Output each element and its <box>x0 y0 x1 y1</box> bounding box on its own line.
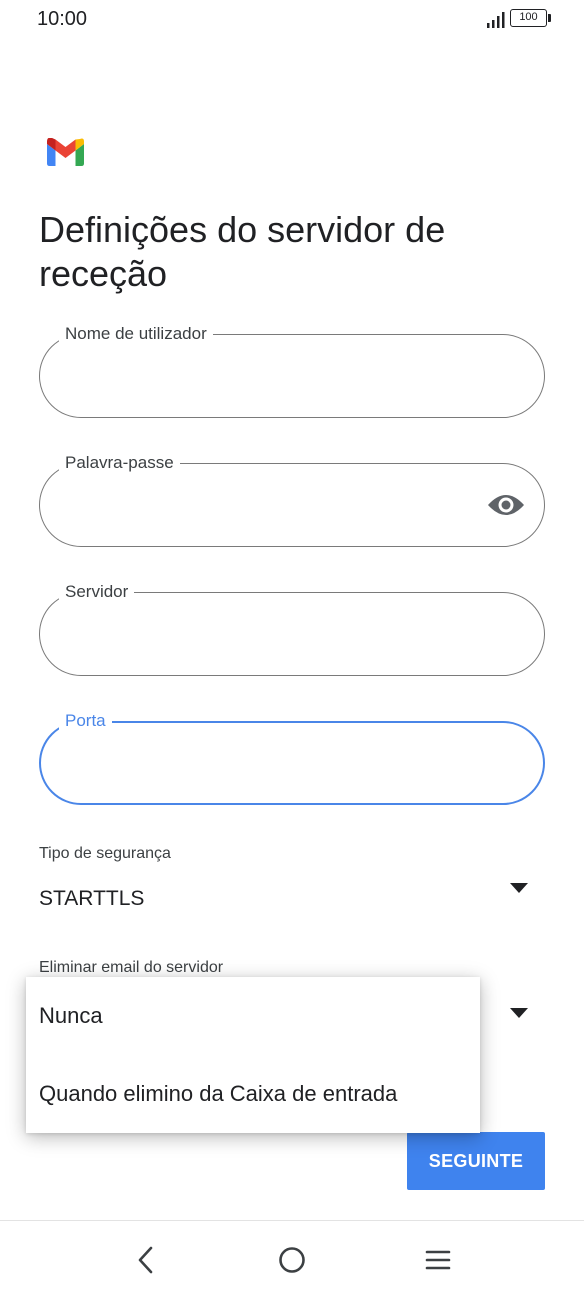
home-icon[interactable] <box>275 1243 309 1277</box>
signal-bars-icon <box>487 12 505 28</box>
page-title: Definições do servidor de receção <box>39 209 446 294</box>
status-bar: 10:00 100 <box>0 0 584 40</box>
port-field[interactable]: Porta <box>39 710 545 805</box>
eye-icon[interactable] <box>487 490 525 520</box>
chevron-down-icon[interactable] <box>510 1008 528 1018</box>
password-label: Palavra-passe <box>59 452 180 474</box>
battery-level: 100 <box>510 9 547 27</box>
menu-item-never[interactable]: Nunca <box>26 977 480 1055</box>
back-icon[interactable] <box>129 1243 163 1277</box>
password-field[interactable]: Palavra-passe <box>39 452 545 547</box>
security-type-value[interactable]: STARTTLS <box>39 887 144 911</box>
username-field[interactable]: Nome de utilizador <box>39 323 545 418</box>
recents-icon[interactable] <box>421 1243 455 1277</box>
delete-email-options-menu: Nunca Quando elimino da Caixa de entrada <box>26 977 480 1133</box>
security-type-label: Tipo de segurança <box>39 845 171 862</box>
port-input[interactable] <box>63 746 483 780</box>
screen: 10:00 100 Definições do servidor de rece… <box>0 0 584 1297</box>
menu-item-when-deleted-from-inbox[interactable]: Quando elimino da Caixa de entrada <box>26 1055 480 1133</box>
battery-icon: 100 <box>510 9 552 27</box>
username-input[interactable] <box>63 359 483 393</box>
server-field[interactable]: Servidor <box>39 581 545 676</box>
delete-email-label: Eliminar email do servidor <box>39 959 224 976</box>
port-label: Porta <box>59 710 112 732</box>
username-label: Nome de utilizador <box>59 323 213 345</box>
status-time: 10:00 <box>37 8 88 30</box>
password-input[interactable] <box>63 488 483 522</box>
chevron-down-icon[interactable] <box>510 883 528 893</box>
server-label: Servidor <box>59 581 135 603</box>
next-button[interactable]: SEGUINTE <box>407 1132 545 1190</box>
navigation-bar <box>0 1220 584 1297</box>
server-input[interactable] <box>63 617 483 651</box>
gmail-logo <box>47 138 84 166</box>
